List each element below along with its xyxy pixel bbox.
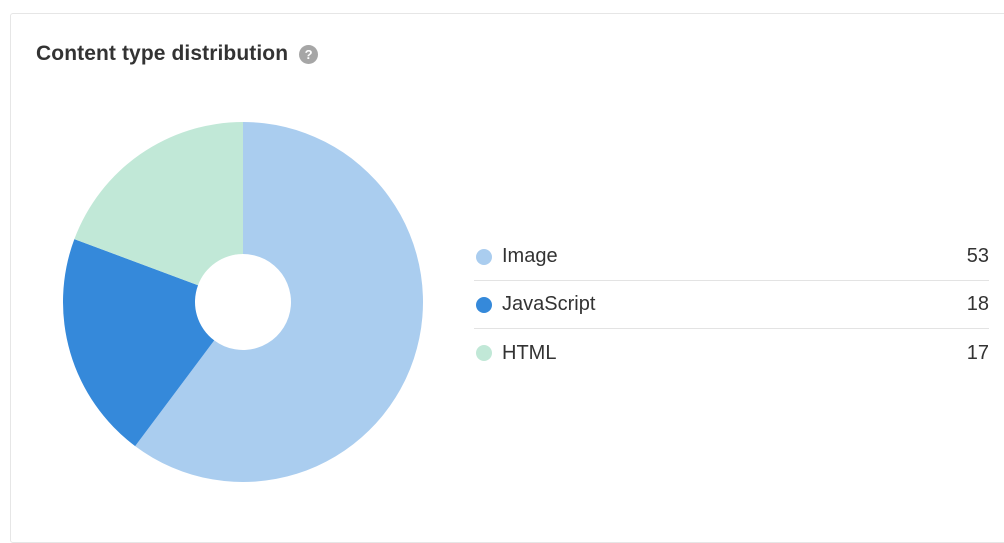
chart-legend: Image 53 JavaScript 18 HTML 17 (474, 233, 989, 377)
legend-swatch (476, 345, 492, 361)
chart-title: Content type distribution (36, 42, 289, 65)
legend-label: HTML (502, 341, 557, 364)
legend-item-image[interactable]: Image 53 (474, 233, 989, 281)
chart-card: Content type distribution ? Image 53 JavaS… (10, 13, 1004, 543)
card-header: Content type distribution ? (36, 42, 319, 66)
legend-label: JavaScript (502, 293, 596, 315)
legend-swatch (476, 296, 492, 313)
help-icon[interactable]: ? (299, 45, 319, 64)
legend-value: 17 (966, 341, 989, 364)
donut-chart (63, 122, 423, 482)
legend-value: 18 (966, 293, 989, 315)
legend-label: Image (502, 245, 558, 267)
legend-value: 53 (966, 245, 989, 267)
legend-item-html[interactable]: HTML 17 (474, 329, 989, 377)
legend-item-javascript[interactable]: JavaScript 18 (474, 281, 989, 329)
legend-swatch (476, 248, 492, 265)
